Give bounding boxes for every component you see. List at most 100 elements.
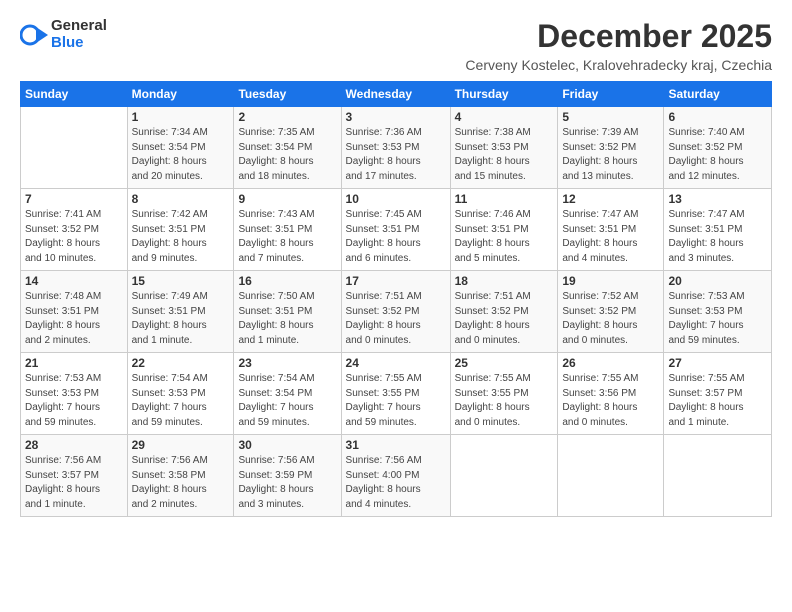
calendar-cell: 31 Sunrise: 7:56 AMSunset: 4:00 PMDayligh…	[341, 435, 450, 517]
day-info: Sunrise: 7:55 AMSunset: 3:56 PMDaylight:…	[562, 372, 659, 430]
day-number: 8	[132, 192, 230, 206]
day-info: Sunrise: 7:47 AMSunset: 3:51 PMDaylight:…	[562, 208, 659, 266]
week-row-0: 1 Sunrise: 7:34 AMSunset: 3:54 PMDaylight…	[21, 107, 772, 189]
calendar-cell: 21 Sunrise: 7:53 AMSunset: 3:53 PMDayligh…	[21, 353, 128, 435]
calendar-cell: 14 Sunrise: 7:48 AMSunset: 3:51 PMDayligh…	[21, 271, 128, 353]
day-number: 16	[238, 274, 336, 288]
calendar-cell	[450, 435, 558, 517]
day-number: 9	[238, 192, 336, 206]
day-info: Sunrise: 7:51 AMSunset: 3:52 PMDaylight:…	[346, 290, 446, 348]
day-number: 12	[562, 192, 659, 206]
calendar-cell: 1 Sunrise: 7:34 AMSunset: 3:54 PMDaylight…	[127, 107, 234, 189]
col-header-tuesday: Tuesday	[234, 82, 341, 107]
week-row-3: 21 Sunrise: 7:53 AMSunset: 3:53 PMDayligh…	[21, 353, 772, 435]
calendar-cell	[664, 435, 772, 517]
calendar-cell: 24Sunrise: 7:55 AMSunset: 3:55 PMDayligh…	[341, 353, 450, 435]
logo-blue-label: Blue	[51, 35, 107, 52]
main-title: December 2025	[465, 18, 772, 55]
day-number: 31	[346, 438, 446, 452]
col-header-monday: Monday	[127, 82, 234, 107]
week-row-2: 14 Sunrise: 7:48 AMSunset: 3:51 PMDayligh…	[21, 271, 772, 353]
day-number: 3	[346, 110, 446, 124]
col-header-thursday: Thursday	[450, 82, 558, 107]
calendar-cell: 20 Sunrise: 7:53 AMSunset: 3:53 PMDayligh…	[664, 271, 772, 353]
day-number: 17	[346, 274, 446, 288]
day-number: 30	[238, 438, 336, 452]
calendar-cell: 2 Sunrise: 7:35 AMSunset: 3:54 PMDaylight…	[234, 107, 341, 189]
calendar-cell: 12 Sunrise: 7:47 AMSunset: 3:51 PMDayligh…	[558, 189, 664, 271]
day-number: 22	[132, 356, 230, 370]
day-info: Sunrise: 7:53 AMSunset: 3:53 PMDaylight:…	[668, 290, 767, 348]
calendar-cell: 17 Sunrise: 7:51 AMSunset: 3:52 PMDayligh…	[341, 271, 450, 353]
calendar-cell: 9 Sunrise: 7:43 AMSunset: 3:51 PMDaylight…	[234, 189, 341, 271]
logo: General Blue	[20, 18, 107, 51]
day-info: Sunrise: 7:35 AMSunset: 3:54 PMDaylight:…	[238, 126, 336, 184]
calendar-cell: 15 Sunrise: 7:49 AMSunset: 3:51 PMDayligh…	[127, 271, 234, 353]
calendar-cell: 3 Sunrise: 7:36 AMSunset: 3:53 PMDaylight…	[341, 107, 450, 189]
calendar-cell: 4Sunrise: 7:38 AMSunset: 3:53 PMDaylight…	[450, 107, 558, 189]
day-number: 24	[346, 356, 446, 370]
week-row-1: 7Sunrise: 7:41 AMSunset: 3:52 PMDaylight…	[21, 189, 772, 271]
day-number: 25	[455, 356, 554, 370]
day-info: Sunrise: 7:40 AMSunset: 3:52 PMDaylight:…	[668, 126, 767, 184]
day-info: Sunrise: 7:47 AMSunset: 3:51 PMDaylight:…	[668, 208, 767, 266]
day-number: 13	[668, 192, 767, 206]
calendar-cell: 16Sunrise: 7:50 AMSunset: 3:51 PMDayligh…	[234, 271, 341, 353]
day-number: 2	[238, 110, 336, 124]
day-info: Sunrise: 7:34 AMSunset: 3:54 PMDaylight:…	[132, 126, 230, 184]
day-number: 29	[132, 438, 230, 452]
day-number: 18	[455, 274, 554, 288]
calendar-cell: 8Sunrise: 7:42 AMSunset: 3:51 PMDaylight…	[127, 189, 234, 271]
day-info: Sunrise: 7:49 AMSunset: 3:51 PMDaylight:…	[132, 290, 230, 348]
day-number: 10	[346, 192, 446, 206]
calendar-cell: 29 Sunrise: 7:56 AMSunset: 3:58 PMDayligh…	[127, 435, 234, 517]
calendar-cell: 11Sunrise: 7:46 AMSunset: 3:51 PMDayligh…	[450, 189, 558, 271]
day-number: 28	[25, 438, 123, 452]
day-info: Sunrise: 7:55 AMSunset: 3:55 PMDaylight:…	[455, 372, 554, 430]
day-info: Sunrise: 7:39 AMSunset: 3:52 PMDaylight:…	[562, 126, 659, 184]
header: General Blue December 2025 Cerveny Koste…	[20, 18, 772, 73]
day-info: Sunrise: 7:48 AMSunset: 3:51 PMDaylight:…	[25, 290, 123, 348]
calendar-cell: 22 Sunrise: 7:54 AMSunset: 3:53 PMDayligh…	[127, 353, 234, 435]
day-number: 27	[668, 356, 767, 370]
calendar-cell: 23Sunrise: 7:54 AMSunset: 3:54 PMDayligh…	[234, 353, 341, 435]
day-info: Sunrise: 7:56 AMSunset: 3:59 PMDaylight:…	[238, 454, 336, 512]
calendar-cell: 19Sunrise: 7:52 AMSunset: 3:52 PMDayligh…	[558, 271, 664, 353]
col-header-wednesday: Wednesday	[341, 82, 450, 107]
calendar-cell: 28 Sunrise: 7:56 AMSunset: 3:57 PMDayligh…	[21, 435, 128, 517]
day-number: 4	[455, 110, 554, 124]
col-header-saturday: Saturday	[664, 82, 772, 107]
calendar-cell	[21, 107, 128, 189]
day-number: 15	[132, 274, 230, 288]
calendar-table: SundayMondayTuesdayWednesdayThursdayFrid…	[20, 81, 772, 517]
day-number: 21	[25, 356, 123, 370]
day-number: 11	[455, 192, 554, 206]
day-info: Sunrise: 7:36 AMSunset: 3:53 PMDaylight:…	[346, 126, 446, 184]
day-info: Sunrise: 7:56 AMSunset: 3:58 PMDaylight:…	[132, 454, 230, 512]
page: General Blue December 2025 Cerveny Koste…	[0, 0, 792, 527]
calendar-cell: 30 Sunrise: 7:56 AMSunset: 3:59 PMDayligh…	[234, 435, 341, 517]
day-info: Sunrise: 7:54 AMSunset: 3:53 PMDaylight:…	[132, 372, 230, 430]
header-row: SundayMondayTuesdayWednesdayThursdayFrid…	[21, 82, 772, 107]
day-info: Sunrise: 7:55 AMSunset: 3:57 PMDaylight:…	[668, 372, 767, 430]
day-info: Sunrise: 7:51 AMSunset: 3:52 PMDaylight:…	[455, 290, 554, 348]
title-section: December 2025 Cerveny Kostelec, Kraloveh…	[465, 18, 772, 73]
day-number: 20	[668, 274, 767, 288]
day-info: Sunrise: 7:41 AMSunset: 3:52 PMDaylight:…	[25, 208, 123, 266]
calendar-cell: 7Sunrise: 7:41 AMSunset: 3:52 PMDaylight…	[21, 189, 128, 271]
day-info: Sunrise: 7:53 AMSunset: 3:53 PMDaylight:…	[25, 372, 123, 430]
calendar-cell: 6Sunrise: 7:40 AMSunset: 3:52 PMDaylight…	[664, 107, 772, 189]
subtitle: Cerveny Kostelec, Kralovehradecky kraj, …	[465, 57, 772, 73]
day-info: Sunrise: 7:43 AMSunset: 3:51 PMDaylight:…	[238, 208, 336, 266]
col-header-friday: Friday	[558, 82, 664, 107]
calendar-cell: 25 Sunrise: 7:55 AMSunset: 3:55 PMDayligh…	[450, 353, 558, 435]
day-info: Sunrise: 7:56 AMSunset: 4:00 PMDaylight:…	[346, 454, 446, 512]
day-info: Sunrise: 7:56 AMSunset: 3:57 PMDaylight:…	[25, 454, 123, 512]
day-number: 14	[25, 274, 123, 288]
day-info: Sunrise: 7:52 AMSunset: 3:52 PMDaylight:…	[562, 290, 659, 348]
calendar-cell: 13 Sunrise: 7:47 AMSunset: 3:51 PMDayligh…	[664, 189, 772, 271]
day-number: 1	[132, 110, 230, 124]
col-header-sunday: Sunday	[21, 82, 128, 107]
calendar-cell: 18 Sunrise: 7:51 AMSunset: 3:52 PMDayligh…	[450, 271, 558, 353]
day-number: 5	[562, 110, 659, 124]
